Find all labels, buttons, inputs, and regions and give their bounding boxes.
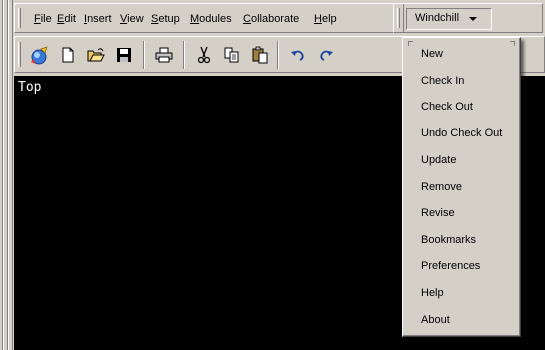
toolbar-separator (143, 41, 145, 69)
save-button[interactable] (111, 43, 137, 67)
menu-grip-left (408, 41, 413, 46)
window-left-edge (0, 0, 14, 350)
menu-view[interactable]: View (119, 11, 145, 27)
menu-item-remove[interactable]: Remove (421, 179, 462, 195)
new-file-button[interactable] (55, 43, 81, 67)
menu-edit[interactable]: Edit (56, 11, 77, 27)
windchill-dropdown-menu: New Check In Check Out Undo Check Out Up… (402, 37, 521, 337)
windchill-menu-button[interactable]: Windchill (406, 8, 492, 30)
view-orientation-label: Top (18, 80, 42, 95)
toolbar-grip[interactable] (18, 42, 21, 67)
menu-item-check-in[interactable]: Check In (421, 73, 464, 89)
menu-item-help[interactable]: Help (421, 285, 444, 301)
menu-item-update[interactable]: Update (421, 152, 456, 168)
menu-modules[interactable]: Modules (189, 11, 233, 27)
save-icon (117, 48, 131, 62)
new-file-icon (62, 47, 74, 63)
menu-file[interactable]: File (33, 11, 53, 27)
print-button[interactable] (151, 43, 177, 67)
cut-icon (197, 46, 211, 64)
menubar: File Edit Insert View Setup Modules Coll… (14, 3, 404, 33)
toolbar-separator (183, 41, 185, 69)
windchill-menu-label: Windchill (415, 12, 460, 24)
open-button[interactable] (83, 43, 109, 67)
undo-icon (291, 50, 304, 61)
print-icon (155, 47, 173, 63)
menu-help[interactable]: Help (313, 11, 338, 27)
wizard-button[interactable] (25, 43, 51, 67)
menu-item-undo-check-out[interactable]: Undo Check Out (421, 125, 502, 141)
copy-icon (224, 47, 239, 63)
menu-grip-right (510, 41, 515, 46)
paste-icon (252, 46, 268, 64)
open-folder-icon (87, 48, 105, 62)
copy-button[interactable] (219, 43, 245, 67)
menu-insert[interactable]: Insert (83, 11, 113, 27)
toolbar-separator (277, 41, 279, 69)
menu-item-preferences[interactable]: Preferences (421, 258, 480, 274)
redo-button[interactable] (313, 43, 339, 67)
windchill-toolbar: Windchill (393, 3, 543, 33)
chevron-down-icon (469, 17, 477, 21)
paste-button[interactable] (247, 43, 273, 67)
application-window: File Edit Insert View Setup Modules Coll… (0, 0, 545, 350)
redo-icon (320, 50, 333, 61)
windchill-toolbar-grip[interactable] (397, 8, 400, 28)
menu-setup[interactable]: Setup (150, 11, 181, 27)
menu-collaborate[interactable]: Collaborate (242, 11, 300, 27)
menu-item-bookmarks[interactable]: Bookmarks (421, 232, 476, 248)
menu-item-new[interactable]: New (421, 46, 443, 62)
cut-button[interactable] (191, 43, 217, 67)
menu-item-revise[interactable]: Revise (421, 205, 455, 221)
undo-button[interactable] (285, 43, 311, 67)
menu-item-about[interactable]: About (421, 312, 450, 328)
wizard-icon (31, 46, 48, 65)
menubar-grip[interactable] (18, 8, 21, 28)
menu-item-check-out[interactable]: Check Out (421, 99, 473, 115)
